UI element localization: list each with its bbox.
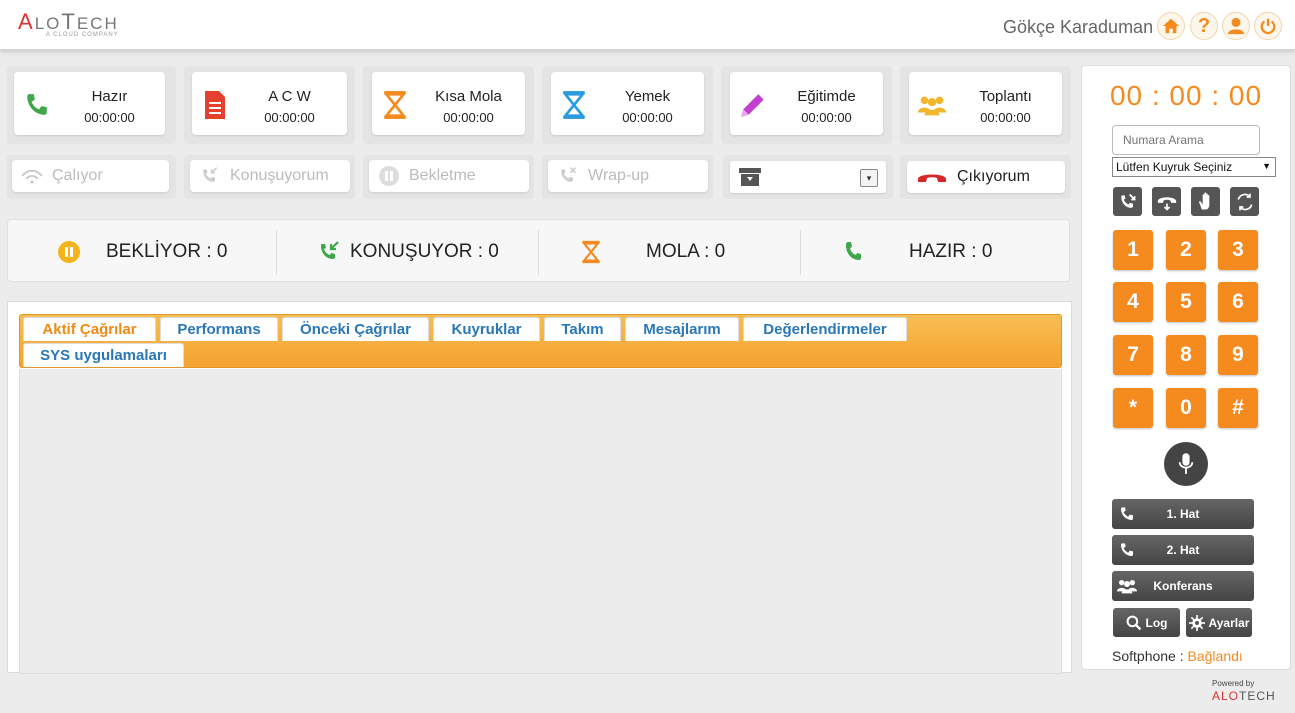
- tab-degerlendirmeler[interactable]: Değerlendirmeler: [743, 317, 907, 341]
- call-timer: 00 : 00 : 00: [1109, 80, 1263, 111]
- user-icon: [1227, 17, 1245, 35]
- tab-onceki-cagrilar[interactable]: Önceki Çağrılar: [282, 317, 429, 341]
- dial-key-7[interactable]: 7: [1113, 335, 1153, 375]
- status-hazir[interactable]: Hazır 00:00:00: [14, 72, 165, 135]
- hourglass-icon: [581, 240, 601, 263]
- tab-takim[interactable]: Takım: [544, 317, 621, 341]
- search-icon: [1126, 615, 1141, 630]
- group-icon: [917, 96, 947, 116]
- document-icon: [205, 91, 225, 119]
- alotech-logo: ALOTECH A CLOUD COMPANY: [18, 9, 119, 38]
- chevron-down-icon: ▼: [1262, 161, 1271, 171]
- status-kisa-mola[interactable]: Kısa Mola 00:00:00: [372, 72, 525, 135]
- footer-logo: ALOTECH: [1212, 689, 1276, 703]
- state-caliyor: Çalıyor: [12, 160, 169, 192]
- settings-button[interactable]: Ayarlar: [1186, 608, 1252, 637]
- switch-button[interactable]: [1230, 187, 1259, 216]
- phone-icon: [27, 94, 47, 115]
- dial-key-2[interactable]: 2: [1166, 230, 1206, 270]
- tab-mesajlarim[interactable]: Mesajlarım: [625, 317, 739, 341]
- line-1-button[interactable]: 1. Hat: [1112, 499, 1254, 529]
- state-wrapup: Wrap-up: [548, 160, 708, 192]
- group-icon: [1117, 580, 1137, 594]
- home-icon: [1162, 18, 1180, 34]
- state-bekletme: Bekletme: [369, 160, 529, 192]
- pause-icon: [379, 166, 399, 186]
- tab-content: [19, 369, 1062, 674]
- queue-summary: BEKLİYOR : 0 KONUŞUYOR : 0 MOLA : 0 HAZI…: [7, 219, 1070, 282]
- dial-key-3[interactable]: 3: [1218, 230, 1258, 270]
- dial-key-1[interactable]: 1: [1113, 230, 1153, 270]
- summary-konusuyor: KONUŞUYOR : 0: [316, 220, 499, 283]
- hangup-icon: [918, 174, 946, 182]
- hand-icon: [1198, 191, 1209, 209]
- dial-key-6[interactable]: 6: [1218, 282, 1258, 322]
- missed-call-icon: [561, 167, 577, 182]
- tabs-panel: Aktif Çağrılar Performans Önceki Çağrıla…: [7, 301, 1072, 674]
- transfer-call-button[interactable]: [1113, 187, 1142, 216]
- softphone-status: Softphone : Bağlandı: [1112, 648, 1243, 664]
- dial-key-8[interactable]: 8: [1166, 335, 1206, 375]
- tab-bar: Aktif Çağrılar Performans Önceki Çağrıla…: [19, 314, 1062, 368]
- tab-performans[interactable]: Performans: [160, 317, 278, 341]
- incoming-call-icon: [203, 167, 218, 182]
- state-konusuyorum: Konuşuyorum: [190, 160, 350, 192]
- dial-key-star[interactable]: *: [1113, 388, 1153, 428]
- incoming-call-icon: [321, 240, 339, 259]
- hangup-down-icon: [1157, 196, 1176, 211]
- app-header: ALOTECH A CLOUD COMPANY Gökçe Karaduman …: [0, 0, 1295, 50]
- powered-by-label: Powered by: [1212, 679, 1255, 688]
- pencil-icon: [741, 94, 764, 117]
- dial-key-4[interactable]: 4: [1113, 282, 1153, 322]
- pause-circle-icon: [58, 240, 80, 263]
- softphone-panel: 00 : 00 : 00 Lütfen Kuyruk Seçiniz ▼ 1 2…: [1081, 65, 1291, 670]
- queue-select[interactable]: Lütfen Kuyruk Seçiniz ▼: [1112, 157, 1276, 177]
- dial-key-9[interactable]: 9: [1218, 335, 1258, 375]
- help-button[interactable]: ?: [1190, 12, 1218, 40]
- hangup-button[interactable]: [1152, 187, 1181, 216]
- hourglass-icon: [383, 91, 407, 119]
- dial-key-0[interactable]: 0: [1166, 388, 1206, 428]
- status-egitimde[interactable]: Eğitimde 00:00:00: [730, 72, 883, 135]
- home-button[interactable]: [1157, 12, 1185, 40]
- microphone-button[interactable]: [1164, 442, 1208, 486]
- status-dropdown[interactable]: ▾: [723, 155, 893, 199]
- tab-kuyruklar[interactable]: Kuyruklar: [433, 317, 540, 341]
- chevron-down-icon: ▾: [860, 169, 878, 187]
- summary-mola: MOLA : 0: [578, 220, 725, 283]
- status-yemek[interactable]: Yemek 00:00:00: [551, 72, 704, 135]
- line-2-button[interactable]: 2. Hat: [1112, 535, 1254, 565]
- hold-button[interactable]: [1191, 187, 1220, 216]
- call-transfer-icon: [1120, 193, 1135, 208]
- archive-icon: [739, 168, 761, 186]
- phone-icon: [1121, 507, 1133, 520]
- phone-icon: [846, 241, 861, 260]
- status-acw[interactable]: A C W 00:00:00: [192, 72, 347, 135]
- swap-arrows-icon: [1237, 193, 1252, 210]
- log-button[interactable]: Log: [1113, 608, 1180, 637]
- tab-sys-uygulamalari[interactable]: SYS uygulamaları: [23, 343, 184, 367]
- gear-icon: [1188, 614, 1205, 631]
- exit-button[interactable]: Çıkıyorum: [907, 161, 1065, 193]
- user-name: Gökçe Karaduman: [1003, 17, 1154, 37]
- help-icon: ?: [1197, 14, 1211, 37]
- dial-key-5[interactable]: 5: [1166, 282, 1206, 322]
- status-toplanti[interactable]: Toplantı 00:00:00: [909, 72, 1062, 135]
- tab-aktif-cagrilar[interactable]: Aktif Çağrılar: [23, 317, 156, 341]
- dial-key-hash[interactable]: #: [1218, 388, 1258, 428]
- conference-button[interactable]: Konferans: [1112, 571, 1254, 601]
- summary-hazir: HAZIR : 0: [841, 220, 992, 283]
- profile-button[interactable]: [1222, 12, 1250, 40]
- summary-bekliyor: BEKLİYOR : 0: [56, 220, 227, 283]
- phone-icon: [1121, 543, 1133, 556]
- logout-button[interactable]: [1254, 12, 1282, 40]
- ringing-icon: [21, 169, 43, 184]
- microphone-icon: [1178, 453, 1194, 474]
- power-icon: [1260, 18, 1276, 35]
- hourglass-blue-icon: [562, 91, 586, 119]
- number-search-input[interactable]: [1112, 125, 1260, 155]
